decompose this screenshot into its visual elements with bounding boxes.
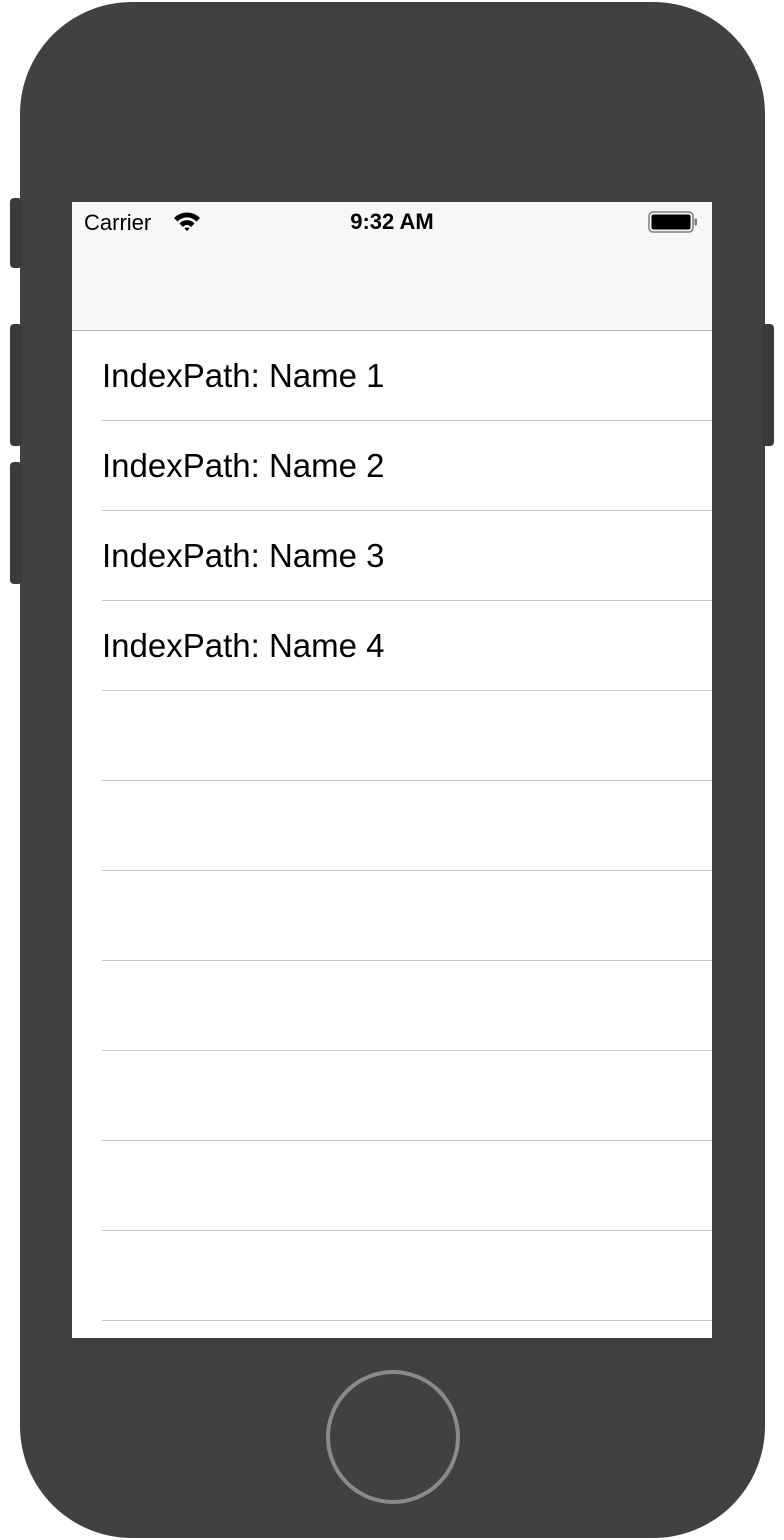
table-row[interactable] [72,781,712,871]
battery-icon [648,211,698,233]
table-row[interactable]: IndexPath: Name 4 [72,601,712,691]
table-row[interactable]: IndexPath: Name 3 [72,511,712,601]
table-row[interactable] [72,1051,712,1141]
row-separator [102,1320,712,1321]
table-row[interactable] [72,1231,712,1321]
mute-switch [10,198,22,268]
table-row-label: IndexPath: Name 4 [102,627,385,664]
volume-down-button [10,462,22,584]
table-row[interactable]: IndexPath: Name 2 [72,421,712,511]
status-time: 9:32 AM [350,209,434,234]
home-button[interactable] [326,1370,460,1504]
power-button [762,324,774,446]
table-row[interactable] [72,871,712,961]
navigation-bar [72,242,712,331]
status-bar: Carrier 9:32 AM [72,202,712,242]
table-row-label: IndexPath: Name 3 [102,537,385,574]
table-row[interactable]: IndexPath: Name 1 [72,331,712,421]
table-row-label: IndexPath: Name 2 [102,447,385,484]
table-row[interactable] [72,961,712,1051]
screen: Carrier 9:32 AM IndexPath: Name 1 IndexPa… [72,202,712,1338]
volume-up-button [10,324,22,446]
table-view[interactable]: IndexPath: Name 1 IndexPath: Name 2 IndexP… [72,331,712,1321]
table-row-label: IndexPath: Name 1 [102,357,385,394]
table-row[interactable] [72,1141,712,1231]
table-row[interactable] [72,691,712,781]
